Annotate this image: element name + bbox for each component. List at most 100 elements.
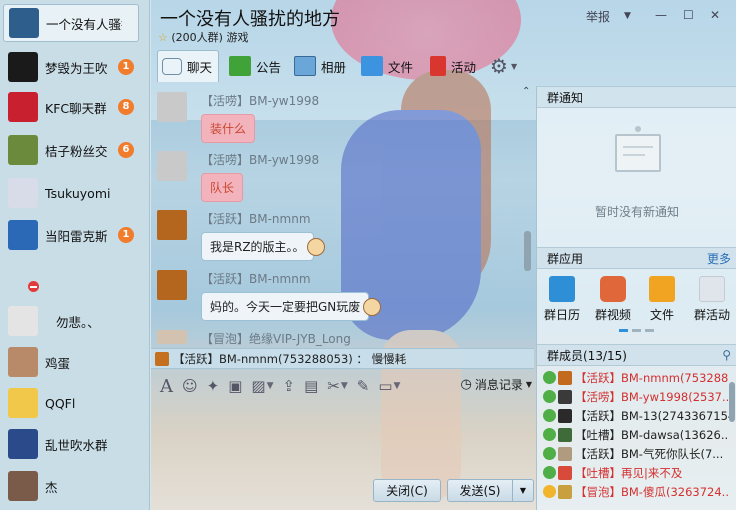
chevron-down-icon[interactable]: ▼	[394, 376, 401, 396]
sender-name: 【活跃】BM-nmnm	[201, 272, 311, 286]
member-item[interactable]: 【活跃】 BM-13(2743367154)	[543, 406, 729, 425]
chevron-down-icon[interactable]: ▼	[341, 376, 348, 396]
magic-icon[interactable]: ✦	[207, 376, 220, 396]
tab-announcement[interactable]: 公告	[229, 50, 281, 82]
send-button[interactable]: 发送(S)	[447, 479, 513, 502]
notice-header: 群通知	[537, 86, 736, 108]
member-item[interactable]: 【吐槽】 再见|来不及	[543, 463, 729, 482]
app-activity[interactable]: 群活动	[690, 276, 734, 323]
avatar	[558, 484, 572, 499]
sticker-icon[interactable]: ▣	[228, 376, 242, 396]
member-item[interactable]: 【活唠】 BM-yw1998(2537...	[543, 387, 729, 406]
latest-message-bar[interactable]: 【活跃】BM-nmnm(753288053) ： 慢慢耗	[151, 348, 534, 369]
report-button[interactable]: 举报	[586, 8, 610, 25]
contact-name: 乱世吹水群	[45, 437, 108, 453]
contact-item[interactable]: 乱世吹水群	[0, 425, 149, 463]
avatar	[558, 370, 572, 385]
app-files[interactable]: 文件	[640, 276, 684, 323]
message-item: 【活跃】BM-nmnm 妈的。今天一定要把GN玩废	[157, 270, 517, 328]
group-title: 一个没有人骚扰的地方	[160, 9, 340, 30]
sender-name: 【活跃】BM-nmnm	[201, 212, 311, 226]
input-toolbar: A ☺ ✦ ▣ ▨ ▼ ⇪ ▤ ✂ ▼ ✎ ▭ ▼ ◷ 消息记录 ▼	[151, 372, 534, 400]
send-options-button[interactable]: ▼	[512, 479, 534, 502]
emoji-icon[interactable]: ☺	[182, 376, 198, 396]
sender-name: 【活唠】BM-yw1998	[201, 94, 320, 108]
contact-item[interactable]: 杰	[0, 467, 149, 505]
app-calendar[interactable]: 群日历	[540, 276, 584, 323]
pager-dot[interactable]	[619, 329, 628, 332]
avatar	[8, 135, 38, 165]
avatar	[157, 210, 187, 240]
tab-files[interactable]: 文件	[361, 50, 413, 82]
avatar	[8, 429, 38, 459]
contact-item[interactable]: QQFl	[0, 384, 149, 422]
contact-name: Tsukuyomi	[45, 185, 111, 201]
edit-icon[interactable]: ✎	[357, 376, 370, 396]
avatar	[8, 471, 38, 501]
member-status-icon	[543, 390, 556, 403]
chevron-down-icon: ▼	[510, 61, 518, 71]
avatar	[157, 92, 187, 122]
calendar-icon	[549, 276, 575, 302]
member-status-icon	[543, 447, 556, 460]
tab-chat[interactable]: 聊天	[157, 50, 220, 82]
dropdown-icon[interactable]: ▼	[624, 11, 631, 21]
group-category: 游戏	[226, 31, 249, 44]
megaphone-icon	[229, 56, 251, 76]
member-item[interactable]: 【活跃】 BM-nmnm(753288...	[543, 368, 729, 387]
collapse-icon[interactable]: ⌃	[522, 86, 530, 97]
contact-item[interactable]: 当阳雷克斯 1	[0, 216, 149, 254]
chevron-down-icon[interactable]: ▼	[267, 376, 274, 396]
scissors-icon[interactable]: ✂	[327, 376, 340, 396]
avatar	[8, 306, 38, 336]
member-status-icon	[543, 371, 556, 384]
settings-menu[interactable]: ⚙ ▼	[490, 50, 517, 82]
maximize-icon[interactable]: ☐	[683, 8, 694, 22]
contact-name: 当阳雷克斯	[45, 228, 108, 244]
tab-album[interactable]: 相册	[294, 50, 346, 82]
contact-name: 桔子粉丝交	[45, 143, 108, 159]
pager-dot[interactable]	[632, 329, 641, 332]
contact-item[interactable]: 梦毁为王吹 1	[0, 48, 149, 86]
close-button[interactable]: 关闭(C)	[373, 479, 441, 502]
avatar	[8, 178, 38, 208]
avatar	[558, 446, 572, 461]
chat-bubble-icon[interactable]: ▭	[378, 376, 392, 396]
app-video[interactable]: 群视频	[591, 276, 635, 323]
avatar	[8, 220, 38, 250]
pager-dot[interactable]	[645, 329, 654, 332]
folder-icon	[649, 276, 675, 302]
message-list[interactable]: ⌃ 【活唠】BM-yw1998 装什么 【活唠】BM-yw1998 队长 【活跃…	[151, 86, 531, 346]
contact-item[interactable]: 鸡蛋	[0, 343, 149, 381]
member-item[interactable]: 【活跃】 BM-气死你队长(7...	[543, 444, 729, 463]
contact-name: 鸡蛋	[45, 355, 71, 371]
search-icon[interactable]: ⚲	[722, 348, 731, 362]
close-icon[interactable]: ✕	[710, 8, 720, 22]
picture-icon[interactable]: ▤	[304, 376, 318, 396]
title-bar: 一个没有人骚扰的地方 ☆ (200人群) 游戏 举报 ▼ — ☐ ✕	[151, 0, 736, 50]
contact-item[interactable]: 一个没有人骚扰	[3, 4, 139, 42]
contact-item[interactable]: 桔子粉丝交 6	[0, 131, 149, 169]
flag-icon	[430, 56, 446, 76]
message-item: 【活唠】BM-yw1998 队长	[157, 151, 517, 209]
chat-scrollbar[interactable]	[524, 231, 531, 271]
contact-item[interactable]: KFC聊天群 8	[0, 88, 149, 126]
message-history-button[interactable]: ◷ 消息记录 ▼	[460, 376, 532, 393]
member-status-icon	[543, 428, 556, 441]
avatar	[558, 427, 572, 442]
minimize-icon[interactable]: —	[655, 8, 667, 22]
more-apps-link[interactable]: 更多	[707, 250, 731, 267]
avatar	[8, 92, 38, 122]
member-list-scrollbar[interactable]	[729, 382, 735, 422]
sender-name: 【活唠】BM-yw1998	[201, 153, 320, 167]
cartoon-sticker-icon	[363, 298, 381, 316]
image-icon[interactable]: ▨	[251, 376, 265, 396]
upload-icon[interactable]: ⇪	[283, 376, 296, 396]
contact-item[interactable]: 勿悲。、	[0, 302, 149, 340]
tab-activity[interactable]: 活动	[430, 50, 476, 82]
contact-item[interactable]: Tsukuyomi	[0, 174, 149, 212]
font-icon[interactable]: A	[160, 376, 173, 397]
member-item[interactable]: 【吐槽】 BM-dawsa(13626...	[543, 425, 729, 444]
member-item[interactable]: 【冒泡】 BM-傻瓜(3263724...	[543, 482, 729, 501]
unread-badge: 1	[118, 227, 134, 243]
